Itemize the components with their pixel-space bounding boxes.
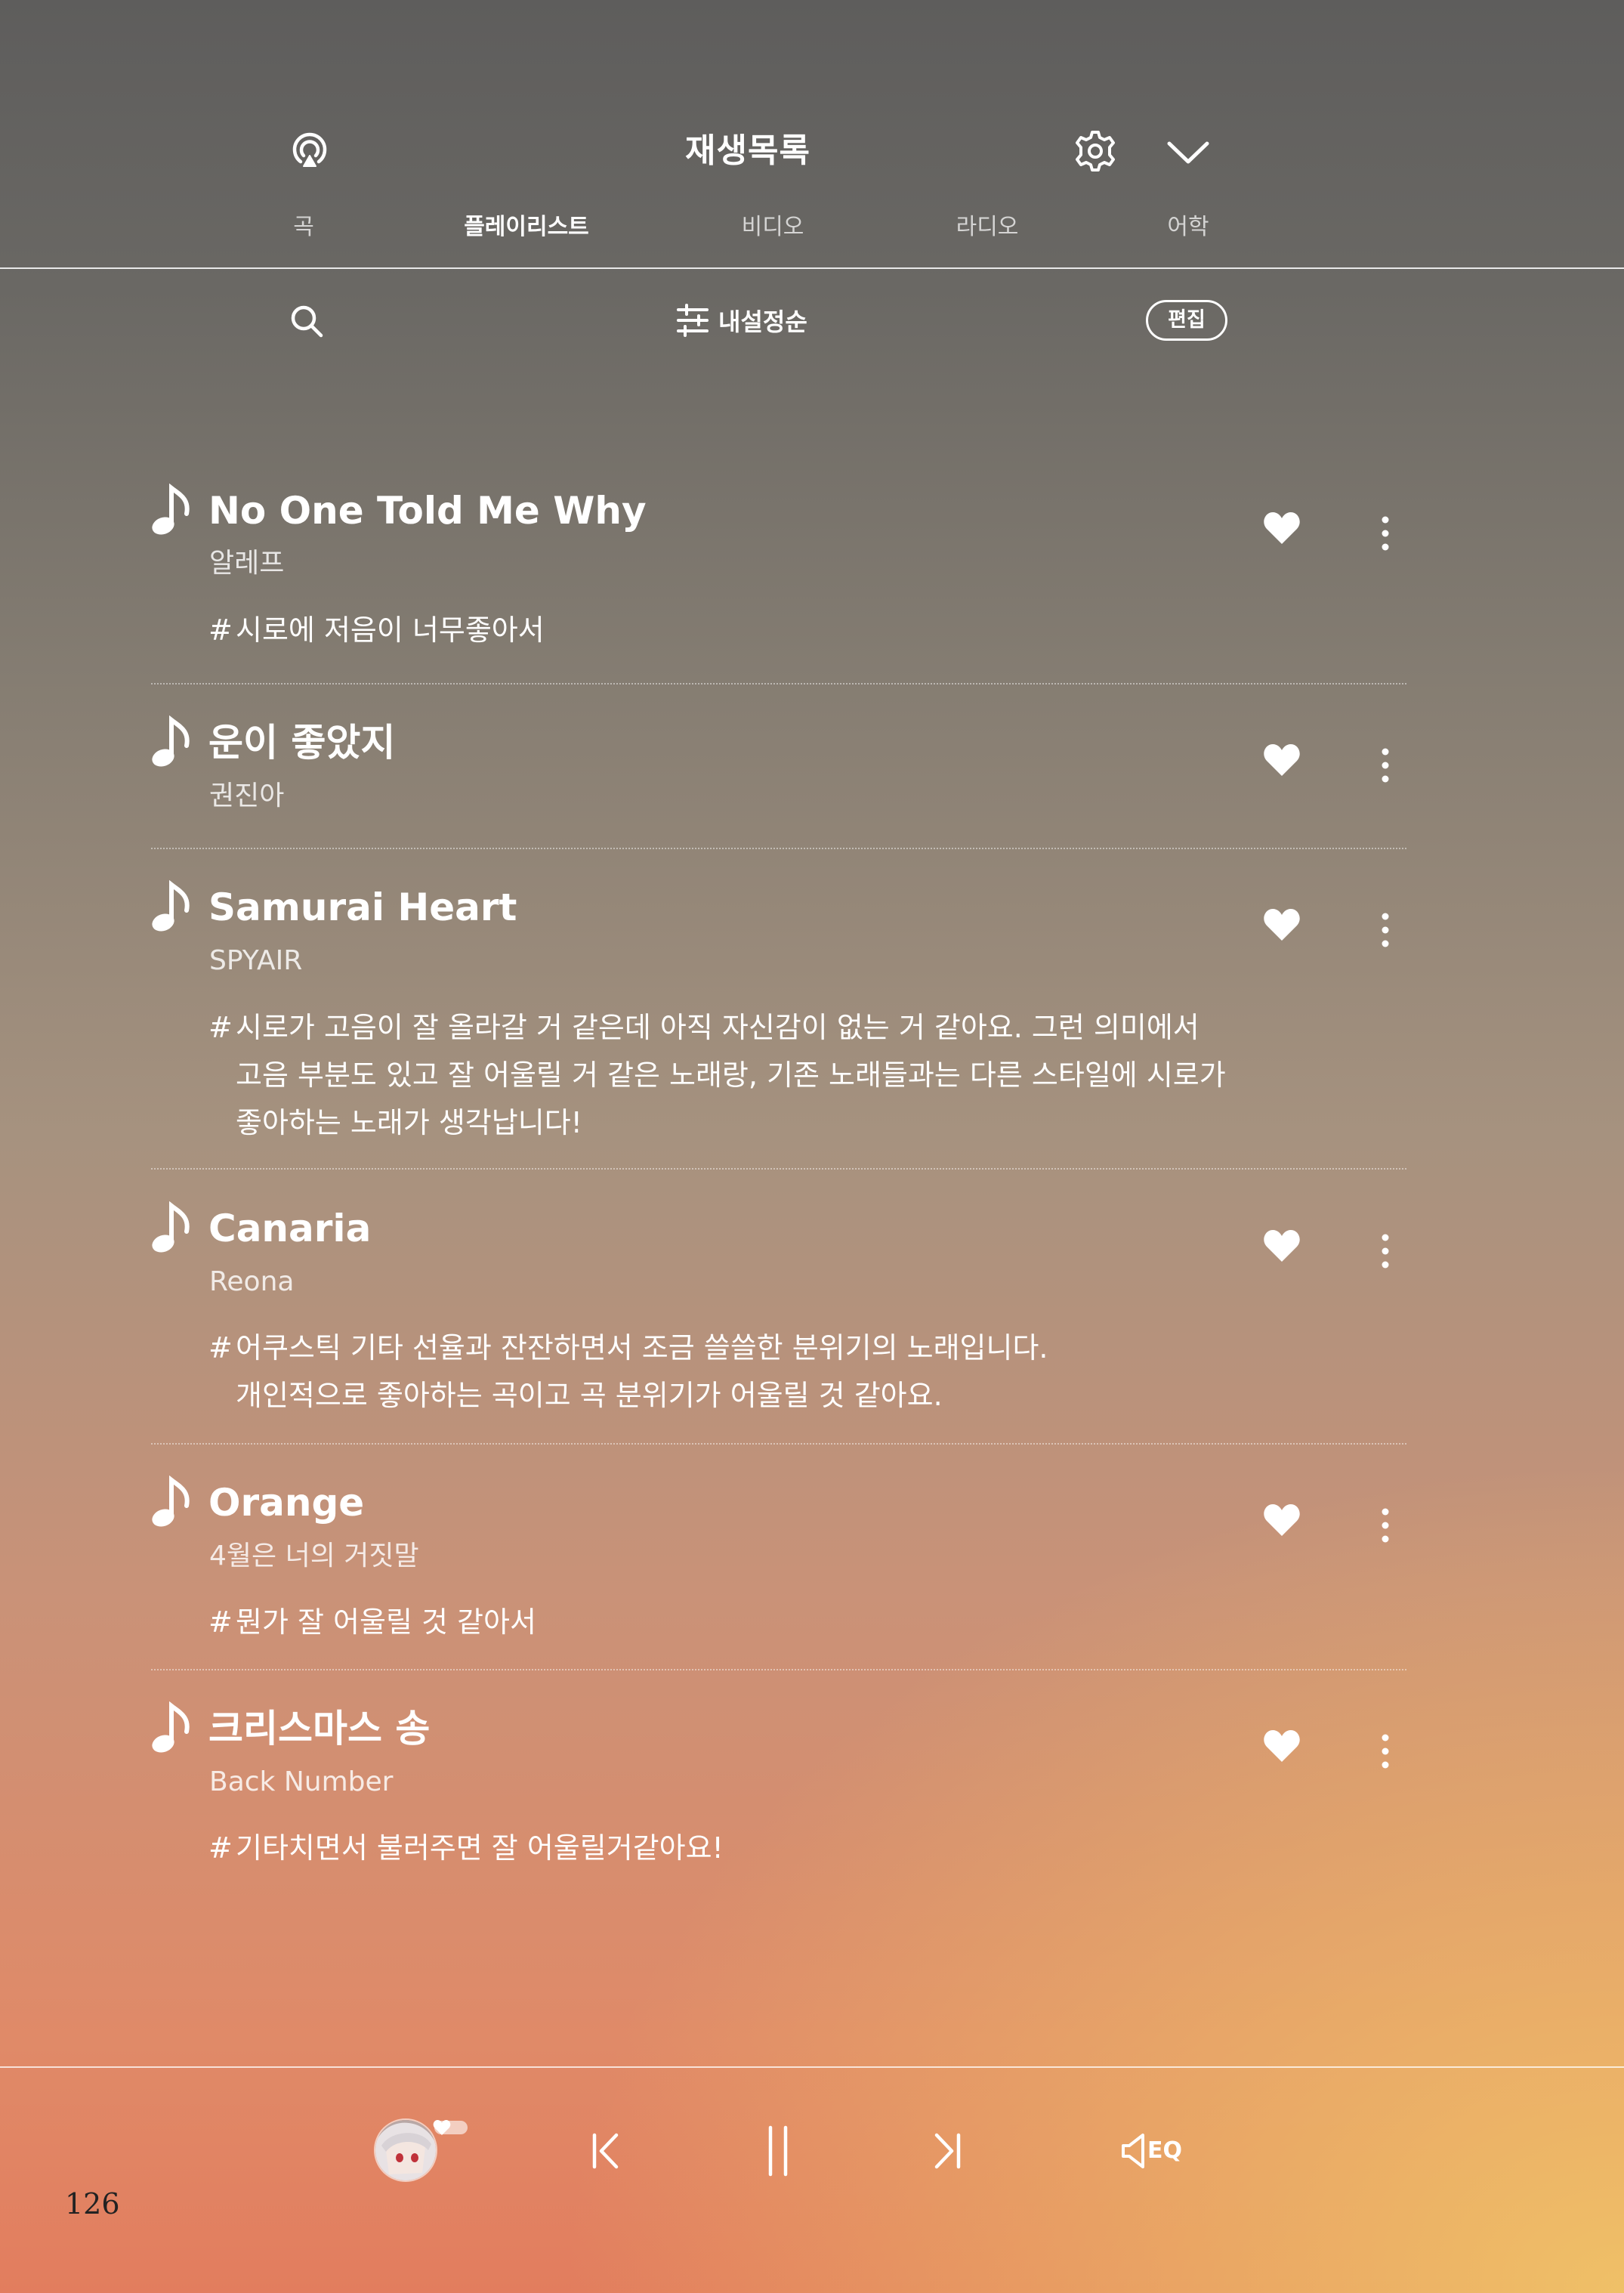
volume-eq-button[interactable]: EQ [1120, 2132, 1211, 2170]
music-note-icon [150, 1201, 193, 1254]
comment-text: 시로가 고음이 잘 올라갈 거 같은데 아직 자신감이 없는 거 같아요. 그런… [236, 1011, 1226, 1139]
more-options-button[interactable] [1372, 743, 1399, 788]
more-vertical-icon [1382, 1508, 1389, 1543]
heart-icon [1264, 1504, 1300, 1536]
music-note-icon [150, 880, 193, 933]
page-number: 126 [65, 2187, 120, 2220]
heart-icon [1264, 1730, 1300, 1762]
search-icon [291, 305, 323, 338]
heart-icon [1264, 1230, 1300, 1262]
comment-hash: # [208, 1011, 233, 1044]
like-button[interactable] [1263, 1729, 1301, 1763]
song-comment: # 시로에 저음이 너무좋아서 [208, 607, 1364, 654]
like-button[interactable] [1263, 1503, 1301, 1537]
airplay-button[interactable] [288, 130, 332, 174]
like-button[interactable] [1263, 907, 1301, 942]
song-artist: 권진아 [209, 780, 285, 811]
like-button[interactable] [1263, 743, 1301, 777]
list-divider [151, 1669, 1406, 1670]
tab-songs[interactable]: 곡 [190, 210, 417, 245]
music-note-icon [150, 715, 193, 768]
next-button[interactable] [931, 2132, 964, 2170]
song-comment: # 시로가 고음이 잘 올라갈 거 같은데 아직 자신감이 없는 거 같아요. 그… [208, 1004, 1364, 1147]
list-divider [151, 1168, 1406, 1170]
more-options-button[interactable] [1372, 1503, 1399, 1548]
song-artist: 4월은 너의 거짓말 [209, 1541, 419, 1571]
chevron-down-icon [1167, 141, 1209, 164]
comment-hash: # [208, 1331, 233, 1364]
heart-icon [1264, 909, 1300, 941]
heart-icon [1264, 744, 1300, 776]
comment-hash: # [208, 1605, 233, 1639]
player-divider [0, 2066, 1624, 2068]
song-title: Samurai Heart [208, 885, 517, 929]
sort-button[interactable]: 내설정순 [676, 299, 807, 341]
like-button[interactable] [1263, 1228, 1301, 1263]
like-button[interactable] [1263, 511, 1301, 545]
song-artist: SPYAIR [209, 945, 303, 976]
music-note-icon [150, 1476, 193, 1528]
previous-button[interactable] [589, 2132, 622, 2170]
tab-playlist[interactable]: 플레이리스트 [413, 210, 640, 245]
comment-text: 뭔가 잘 어울릴 것 같아서 [236, 1605, 536, 1639]
more-options-button[interactable] [1372, 907, 1399, 953]
tab-radio[interactable]: 라디오 [874, 210, 1101, 245]
gear-icon [1076, 131, 1115, 172]
song-title: Orange [208, 1481, 365, 1525]
heart-icon [433, 2119, 451, 2136]
eq-label: EQ [1147, 2137, 1182, 2164]
song-artist: Reona [209, 1266, 295, 1297]
prev-track-icon [592, 2133, 619, 2169]
edit-button[interactable]: 편집 [1146, 300, 1227, 341]
avatar[interactable] [374, 2118, 437, 2182]
comment-text: 어쿠스틱 기타 선율과 잔잔하면서 조금 쓸쓸한 분위기의 노래입니다. 개인적… [236, 1331, 1048, 1412]
header-divider [0, 267, 1624, 269]
comment-text: 시로에 저음이 너무좋아서 [236, 613, 545, 647]
search-button[interactable] [289, 304, 324, 338]
tab-language[interactable]: 어학 [1075, 210, 1301, 245]
song-title: Canaria [208, 1207, 372, 1250]
comment-hash: # [208, 1831, 233, 1865]
list-divider [151, 848, 1406, 849]
next-track-icon [934, 2133, 961, 2169]
song-title: 운이 좋았지 [208, 721, 396, 765]
song-comment: # 어쿠스틱 기타 선율과 잔잔하면서 조금 쓸쓸한 분위기의 노래입니다. 개인… [208, 1324, 1364, 1420]
page-title: 재생목록 [685, 131, 810, 170]
song-comment: # 기타치면서 불러주면 잘 어울릴거같아요! [208, 1825, 1364, 1872]
more-vertical-icon [1382, 913, 1389, 947]
more-vertical-icon [1382, 748, 1389, 783]
more-vertical-icon [1382, 1734, 1389, 1769]
pause-button[interactable] [761, 2125, 795, 2177]
more-vertical-icon [1382, 516, 1389, 551]
song-artist: 알레프 [209, 548, 285, 579]
list-divider [151, 1443, 1406, 1445]
settings-button[interactable] [1073, 128, 1118, 174]
more-vertical-icon [1382, 1234, 1389, 1269]
more-options-button[interactable] [1372, 1729, 1399, 1774]
music-note-icon [150, 1701, 193, 1754]
airplay-icon [292, 132, 327, 167]
song-title: 크리스마스 송 [208, 1707, 431, 1751]
song-title: No One Told Me Why [208, 489, 647, 533]
comment-hash: # [208, 613, 233, 647]
list-divider [151, 683, 1406, 685]
music-note-icon [150, 484, 193, 536]
sort-label: 내설정순 [718, 307, 807, 336]
comment-text: 기타치면서 불러주면 잘 어울릴거같아요! [236, 1831, 724, 1865]
tab-video[interactable]: 비디오 [659, 210, 886, 245]
pause-icon [768, 2125, 788, 2177]
heart-icon [1264, 512, 1300, 544]
song-artist: Back Number [209, 1766, 394, 1797]
song-comment: # 뭔가 잘 어울릴 것 같아서 [208, 1599, 1364, 1646]
collapse-button[interactable] [1166, 138, 1211, 166]
volume-icon [1122, 2134, 1144, 2168]
sliders-icon [677, 304, 709, 337]
more-options-button[interactable] [1372, 1228, 1399, 1274]
more-options-button[interactable] [1372, 511, 1399, 556]
